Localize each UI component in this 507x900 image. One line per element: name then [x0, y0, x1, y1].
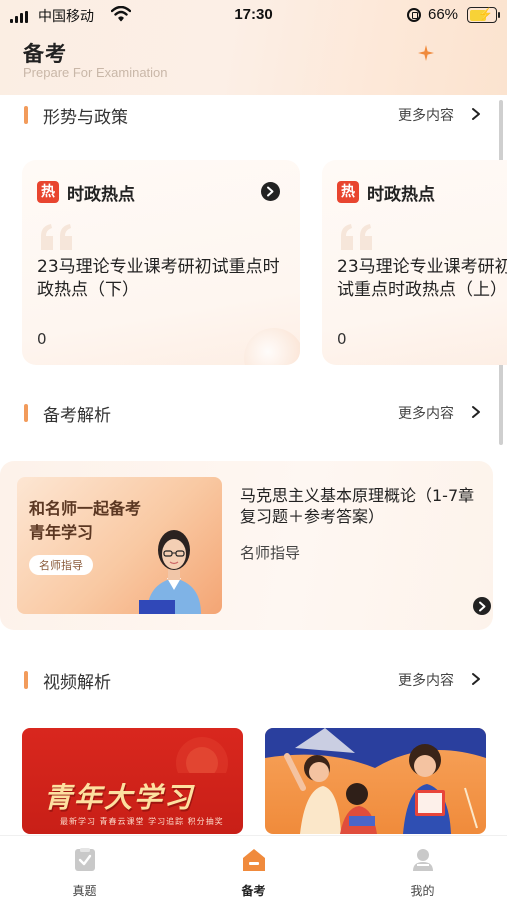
bottom-tab-bar: 真题 备考 我的: [0, 835, 507, 900]
card-decoration: [244, 328, 300, 365]
hot-topic-title: 23马理论专业课考研初试重点时政热点（上）: [337, 257, 507, 300]
tab-label: 真题: [72, 884, 97, 898]
status-bar: 中国移动 17:30 66% ⚡: [0, 0, 507, 32]
arrow-right-icon[interactable]: [473, 597, 491, 615]
sparkle-icon: [418, 45, 434, 61]
tab-label: 我的: [410, 884, 435, 898]
prep-card-subtitle: 名师指导: [240, 544, 301, 562]
page-title: 备考: [23, 42, 67, 66]
students-illustration: [265, 728, 486, 834]
exam-icon: [75, 848, 95, 871]
section-header-video: 视频解析 更多内容: [0, 664, 507, 694]
view-count: 0: [37, 330, 47, 348]
tab-profile[interactable]: 我的: [338, 836, 507, 900]
more-content-link[interactable]: 更多内容: [398, 403, 454, 423]
hot-topic-label: 时政热点: [367, 185, 435, 205]
battery-percent: 66%: [428, 6, 459, 23]
section-title: 形势与政策: [43, 108, 128, 128]
hot-badge-icon: 热: [337, 181, 359, 203]
hot-badge-icon: 热: [37, 181, 59, 203]
chevron-right-icon[interactable]: [470, 107, 482, 121]
view-count: 0: [337, 330, 347, 348]
hot-topic-card[interactable]: 热 时政热点 23马理论专业课考研初试重点时政热点（上） 0: [322, 160, 507, 365]
more-content-link[interactable]: 更多内容: [398, 105, 454, 125]
prep-card-title[interactable]: 马克思主义基本原理概论（1-7章复习题＋参考答案）: [240, 485, 485, 527]
home-icon: [243, 849, 265, 871]
tab-prepare[interactable]: 备考: [169, 836, 338, 900]
chevron-right-icon[interactable]: [470, 672, 482, 686]
tab-exam[interactable]: 真题: [0, 836, 169, 900]
section-accent-bar: [24, 671, 28, 689]
banner-tag: 名师指导: [29, 555, 93, 575]
more-content-link[interactable]: 更多内容: [398, 670, 454, 690]
banner-subheadline: 青年学习: [29, 523, 94, 542]
tab-label: 备考: [241, 884, 266, 898]
section-title: 备考解析: [43, 406, 111, 426]
quote-icon: [341, 224, 372, 250]
banner-headline: 和名师一起备考: [29, 499, 142, 518]
quote-icon: [41, 224, 72, 250]
battery-icon: ⚡: [467, 7, 500, 23]
page-subtitle: Prepare For Examination: [23, 65, 168, 80]
section-accent-bar: [24, 404, 28, 422]
hot-topic-label: 时政热点: [67, 185, 135, 205]
video-card[interactable]: 青年大学习 最新学习 青春云课堂 学习追踪 积分抽奖: [22, 728, 243, 834]
video-card[interactable]: [265, 728, 486, 834]
video-caption: 最新学习 青春云课堂 学习追踪 积分抽奖: [60, 817, 224, 826]
teacher-illustration: [139, 530, 201, 614]
section-title: 视频解析: [43, 673, 111, 693]
section-accent-bar: [24, 106, 28, 124]
hot-topic-title: 23马理论专业课考研初试重点时政热点（下）: [37, 257, 280, 300]
arrow-right-icon[interactable]: [261, 182, 280, 201]
chevron-right-icon[interactable]: [470, 405, 482, 419]
section-header-situation: 形势与政策 更多内容: [0, 99, 507, 129]
section-header-prep: 备考解析 更多内容: [0, 397, 507, 427]
hot-topic-card[interactable]: 热 时政热点 23马理论专业课考研初试重点时政热点（下） 0: [22, 160, 300, 365]
prep-banner-image: 和名师一起备考 青年学习 名师指导: [17, 477, 222, 614]
emblem-icon: [176, 737, 228, 773]
rotation-lock-icon: [407, 8, 421, 22]
video-title: 青年大学习: [44, 781, 195, 814]
profile-icon: [413, 849, 433, 871]
